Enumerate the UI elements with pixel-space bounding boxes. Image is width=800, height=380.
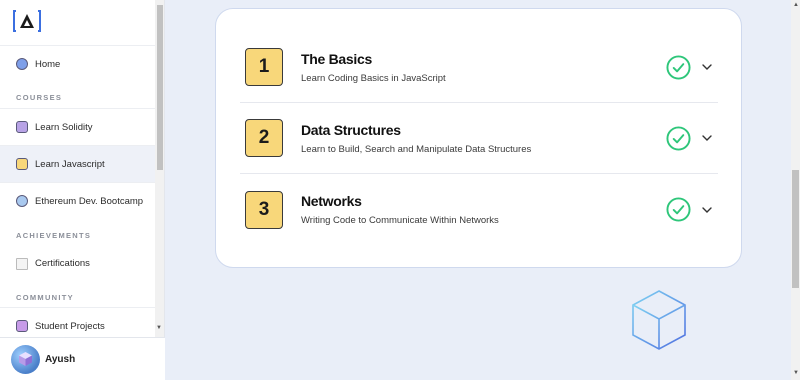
lesson-row[interactable]: 3 Networks Writing Code to Communicate W… [240, 174, 718, 245]
sidebar-item-label: Certifications [35, 258, 90, 269]
scroll-down-arrow-icon[interactable]: ▼ [156, 325, 162, 331]
sidebar-item-label: Home [35, 58, 61, 70]
broken-image-icon [16, 257, 28, 270]
section-heading-community: COMMUNITY [16, 293, 74, 302]
solidity-icon [16, 121, 28, 133]
scroll-down-arrow-icon[interactable]: ▼ [793, 370, 799, 376]
user-name: Ayush [45, 353, 76, 365]
lesson-number-badge: 3 [245, 190, 283, 229]
sidebar-item-learn-javascript[interactable]: Learn Javascript [0, 145, 155, 182]
ethereum-icon [16, 195, 28, 207]
lesson-title: Networks [301, 193, 362, 209]
avatar-cube-icon [19, 351, 32, 366]
lesson-number-badge: 2 [245, 119, 283, 157]
sidebar-scrollbar-thumb[interactable] [157, 5, 163, 170]
sidebar-item-label: Ethereum Dev. Bootcamp [35, 195, 144, 207]
check-circle-icon [666, 125, 691, 151]
sidebar-item-learn-solidity[interactable]: Learn Solidity [0, 108, 155, 145]
check-circle-icon [666, 197, 691, 222]
lesson-row[interactable]: 2 Data Structures Learn to Build, Search… [240, 103, 718, 174]
lessons-card: 1 The Basics Learn Coding Basics in Java… [215, 8, 742, 268]
lesson-title: Data Structures [301, 121, 401, 138]
home-icon [16, 58, 28, 70]
lesson-title: The Basics [301, 50, 372, 67]
check-circle-icon [666, 54, 691, 80]
sidebar-item-label: Student Projects [35, 320, 105, 332]
lesson-subtitle: Learn to Build, Search and Manipulate Da… [301, 143, 532, 155]
projects-icon [16, 320, 28, 332]
sidebar-nav: Home COURSES Learn Solidity Learn Javasc… [0, 0, 165, 337]
user-profile[interactable]: Ayush [0, 337, 165, 380]
page-scrollbar-thumb[interactable] [792, 170, 799, 288]
lesson-subtitle: Writing Code to Communicate Within Netwo… [301, 215, 499, 226]
scroll-up-arrow-icon[interactable]: ▲ [793, 2, 799, 8]
sidebar-item-student-projects[interactable]: Student Projects [0, 307, 155, 337]
logo-icon[interactable] [13, 9, 41, 33]
section-heading-courses: COURSES [16, 93, 63, 102]
sidebar-item-ethereum-bootcamp[interactable]: Ethereum Dev. Bootcamp [0, 182, 155, 219]
lesson-row[interactable]: 1 The Basics Learn Coding Basics in Java… [240, 32, 718, 103]
chevron-down-icon[interactable] [701, 61, 713, 73]
avatar[interactable] [11, 344, 40, 374]
javascript-icon [16, 158, 28, 170]
chevron-down-icon[interactable] [701, 132, 713, 144]
cube-illustration-icon [632, 290, 686, 350]
lesson-number-badge: 1 [245, 48, 283, 86]
sidebar-item-certifications[interactable]: Certifications [0, 245, 155, 282]
sidebar-item-label: Learn Javascript [35, 158, 105, 170]
chevron-down-icon[interactable] [701, 204, 713, 216]
sidebar-item-home[interactable]: Home [0, 45, 155, 82]
sidebar-item-label: Learn Solidity [35, 121, 93, 133]
sidebar: Home COURSES Learn Solidity Learn Javasc… [0, 0, 165, 380]
section-heading-achievements: ACHIEVEMENTS [16, 231, 92, 240]
lesson-subtitle: Learn Coding Basics in JavaScript [301, 72, 446, 84]
